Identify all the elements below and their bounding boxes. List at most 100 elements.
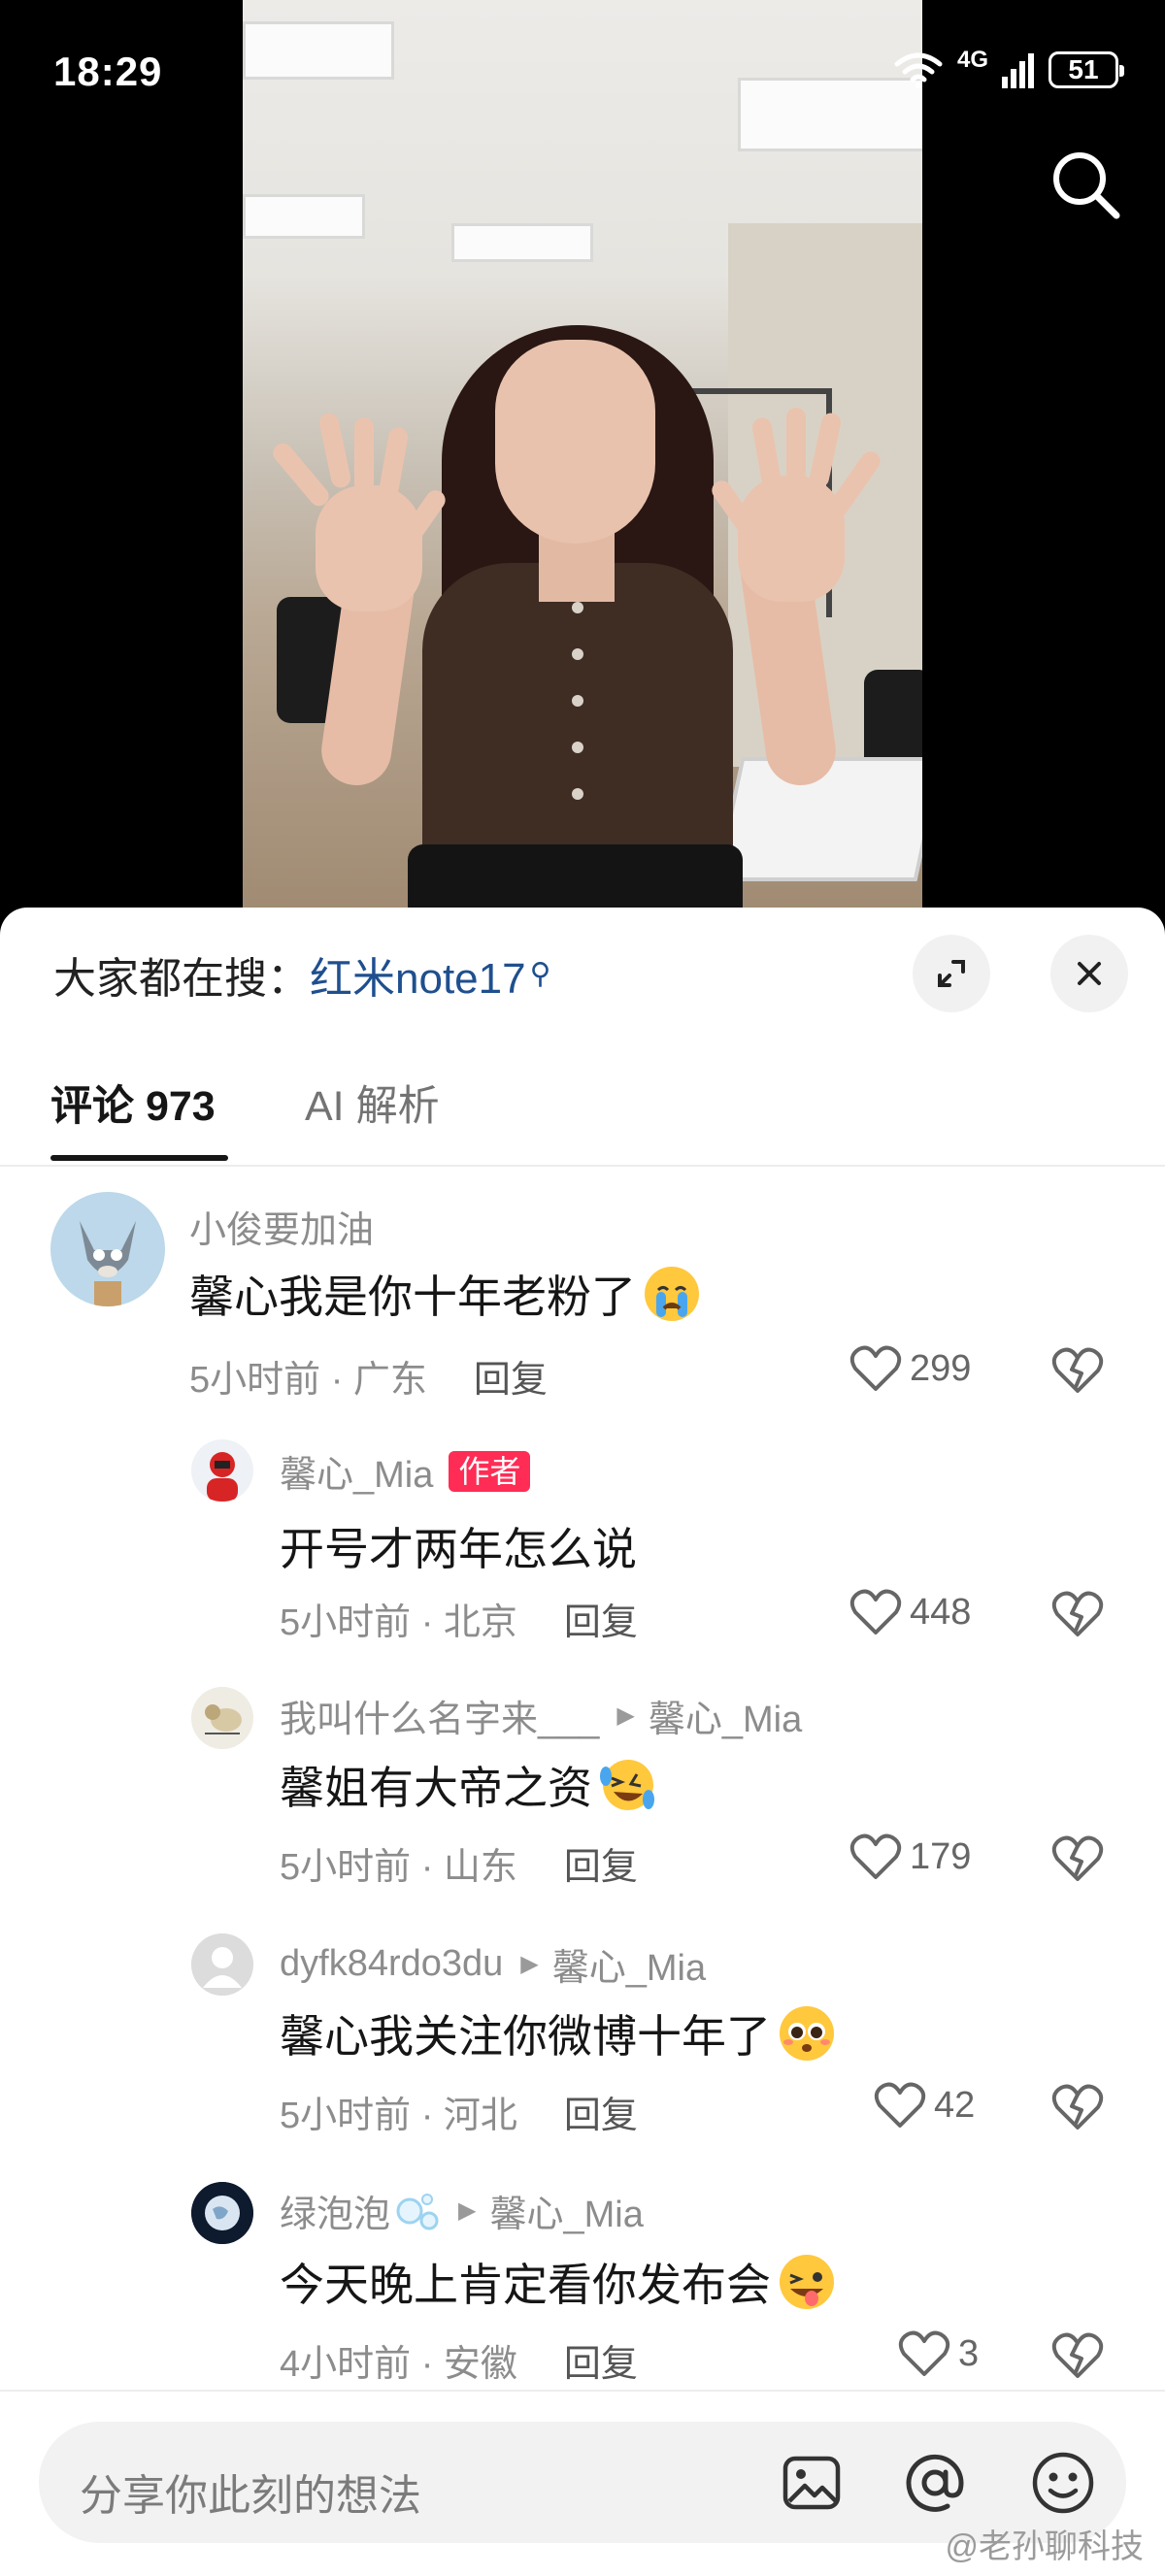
video-frame[interactable] — [243, 0, 922, 912]
like-count: 179 — [910, 1835, 972, 1877]
comment-text-content: 馨姐有大帝之资 — [280, 1763, 592, 1813]
comment-text-content: 馨心我关注你微博十年了 — [280, 2011, 771, 2062]
wolf-avatar-icon — [50, 1192, 165, 1306]
reply-button[interactable]: 回复 — [474, 1360, 548, 1401]
reply-button[interactable]: 回复 — [564, 2344, 638, 2385]
hot-search-keyword[interactable]: 红米note17 — [310, 943, 526, 1006]
avatar[interactable] — [191, 2182, 253, 2244]
comment-text-content: 馨心我是你十年老粉了 — [189, 1271, 636, 1322]
avatar[interactable] — [50, 1192, 165, 1306]
username-text: 馨心_Mia — [280, 1455, 434, 1496]
reply-arrow-icon: ▶ — [458, 2197, 477, 2224]
comment-time: 5小时前 · 北京 — [280, 1602, 517, 1643]
avatar[interactable] — [191, 1439, 253, 1502]
username-text: dyfk84rdo3du — [280, 1943, 504, 1984]
shirt-button — [572, 742, 583, 753]
finger — [317, 411, 352, 490]
reply-to-username[interactable]: 馨心_Mia — [552, 1937, 706, 1991]
zany-face-icon — [780, 2255, 834, 2309]
hot-search-prefix: 大家都在搜： — [53, 955, 310, 1003]
default-avatar-icon — [191, 1933, 253, 1996]
reply-button[interactable]: 回复 — [564, 1602, 638, 1643]
finger — [354, 417, 374, 493]
dislike-icon[interactable] — [1050, 1833, 1105, 1883]
dislike-icon[interactable] — [1050, 2329, 1105, 2380]
image-icon[interactable] — [782, 2453, 842, 2513]
comment-text: 馨心我是你十年老粉了 — [189, 1262, 702, 1326]
reply-button[interactable]: 回复 — [564, 2096, 638, 2136]
like-button[interactable]: 299 — [849, 1344, 971, 1393]
video-player[interactable] — [0, 0, 1165, 912]
signal-icon — [1002, 53, 1034, 88]
reply-arrow-icon: ▶ — [520, 1951, 539, 1977]
like-button[interactable]: 179 — [849, 1833, 971, 1881]
heart-icon — [849, 1833, 902, 1879]
shirt-button — [572, 788, 583, 800]
comment-input-placeholder[interactable]: 分享你此刻的想法 — [80, 2460, 421, 2523]
comment-meta: 5小时前 · 山东 回复 — [280, 1836, 638, 1890]
dislike-icon[interactable] — [1050, 1344, 1105, 1395]
comment-text-content: 今天晚上肯定看你发布会 — [280, 2260, 771, 2310]
username-text: 绿泡泡 — [280, 2195, 391, 2235]
bubbles-icon — [396, 2193, 439, 2229]
dislike-icon[interactable] — [1050, 2081, 1105, 2131]
comment-time: 5小时前 · 广东 — [189, 1360, 427, 1401]
reply-arrow-icon: ▶ — [616, 1702, 635, 1729]
heart-icon — [849, 1345, 902, 1391]
comment-time: 4小时前 · 安徽 — [280, 2344, 517, 2385]
avatar[interactable] — [191, 1933, 253, 1996]
comment-username[interactable]: dyfk84rdo3du ▶ 馨心_Mia — [280, 1937, 706, 1991]
search-icon[interactable] — [1047, 146, 1124, 223]
reply-button[interactable]: 回复 — [564, 1847, 638, 1888]
search-small-icon: ⚲ — [529, 958, 551, 990]
close-icon — [1078, 962, 1101, 985]
comment-username[interactable]: 我叫什么名字来___ ▶ 馨心_Mia — [280, 1689, 802, 1742]
comment-username[interactable]: 馨心_Mia 作者 — [280, 1444, 531, 1498]
mention-icon[interactable] — [903, 2451, 967, 2515]
heart-icon — [874, 2082, 926, 2128]
reply-to-username[interactable]: 馨心_Mia — [489, 2184, 643, 2237]
expand-button[interactable] — [913, 935, 990, 1012]
username-text: 我叫什么名字来___ — [280, 1700, 600, 1740]
comment-username[interactable]: 绿泡泡 ▶ 馨心_Mia — [280, 2184, 644, 2237]
like-count: 42 — [934, 2084, 976, 2126]
shirt-button — [572, 648, 583, 660]
like-count: 299 — [910, 1347, 972, 1389]
tab-ai-analysis[interactable]: AI 解析 — [305, 1073, 440, 1133]
sketch-avatar-icon — [191, 1687, 253, 1749]
hot-search[interactable]: 大家都在搜： 红米note17 ⚲ — [53, 943, 551, 1006]
comment-text: 今天晚上肯定看你发布会 — [280, 2250, 837, 2314]
comment-text: 馨姐有大帝之资 — [280, 1753, 658, 1817]
finger — [377, 425, 410, 505]
comment-meta: 4小时前 · 安徽 回复 — [280, 2333, 638, 2387]
dislike-icon[interactable] — [1050, 1588, 1105, 1638]
expand-icon — [938, 960, 965, 987]
comment-time: 5小时前 · 河北 — [280, 2096, 517, 2136]
like-button[interactable]: 42 — [874, 2081, 975, 2130]
like-button[interactable]: 448 — [849, 1588, 971, 1636]
tab-underline — [50, 1155, 228, 1161]
wifi-icon — [894, 52, 943, 88]
close-button[interactable] — [1050, 935, 1128, 1012]
avatar[interactable] — [191, 1687, 253, 1749]
shirt-button — [572, 695, 583, 707]
like-button[interactable]: 3 — [898, 2329, 979, 2378]
tab-comments[interactable]: 评论 973 — [50, 1073, 216, 1133]
ceiling-light — [243, 194, 365, 239]
finger — [269, 439, 333, 511]
ceiling-light — [451, 223, 593, 262]
like-count: 3 — [958, 2332, 980, 2374]
reply-to-username[interactable]: 馨心_Mia — [649, 1689, 802, 1742]
comment-meta: 5小时前 · 广东 回复 — [189, 1349, 548, 1403]
heart-icon — [898, 2330, 950, 2376]
comment-meta: 5小时前 · 河北 回复 — [280, 2085, 638, 2138]
person-face — [495, 340, 655, 544]
person-pants — [408, 844, 743, 912]
battery-indicator: 51 — [1048, 51, 1124, 88]
comment-username[interactable]: 小俊要加油 — [189, 1200, 374, 1253]
emoji-icon[interactable] — [1031, 2451, 1095, 2515]
author-badge: 作者 — [449, 1450, 531, 1492]
crying-face-icon — [645, 1267, 699, 1321]
status-icons: 4G 51 — [893, 47, 1124, 89]
network-label: 4G — [956, 47, 988, 73]
